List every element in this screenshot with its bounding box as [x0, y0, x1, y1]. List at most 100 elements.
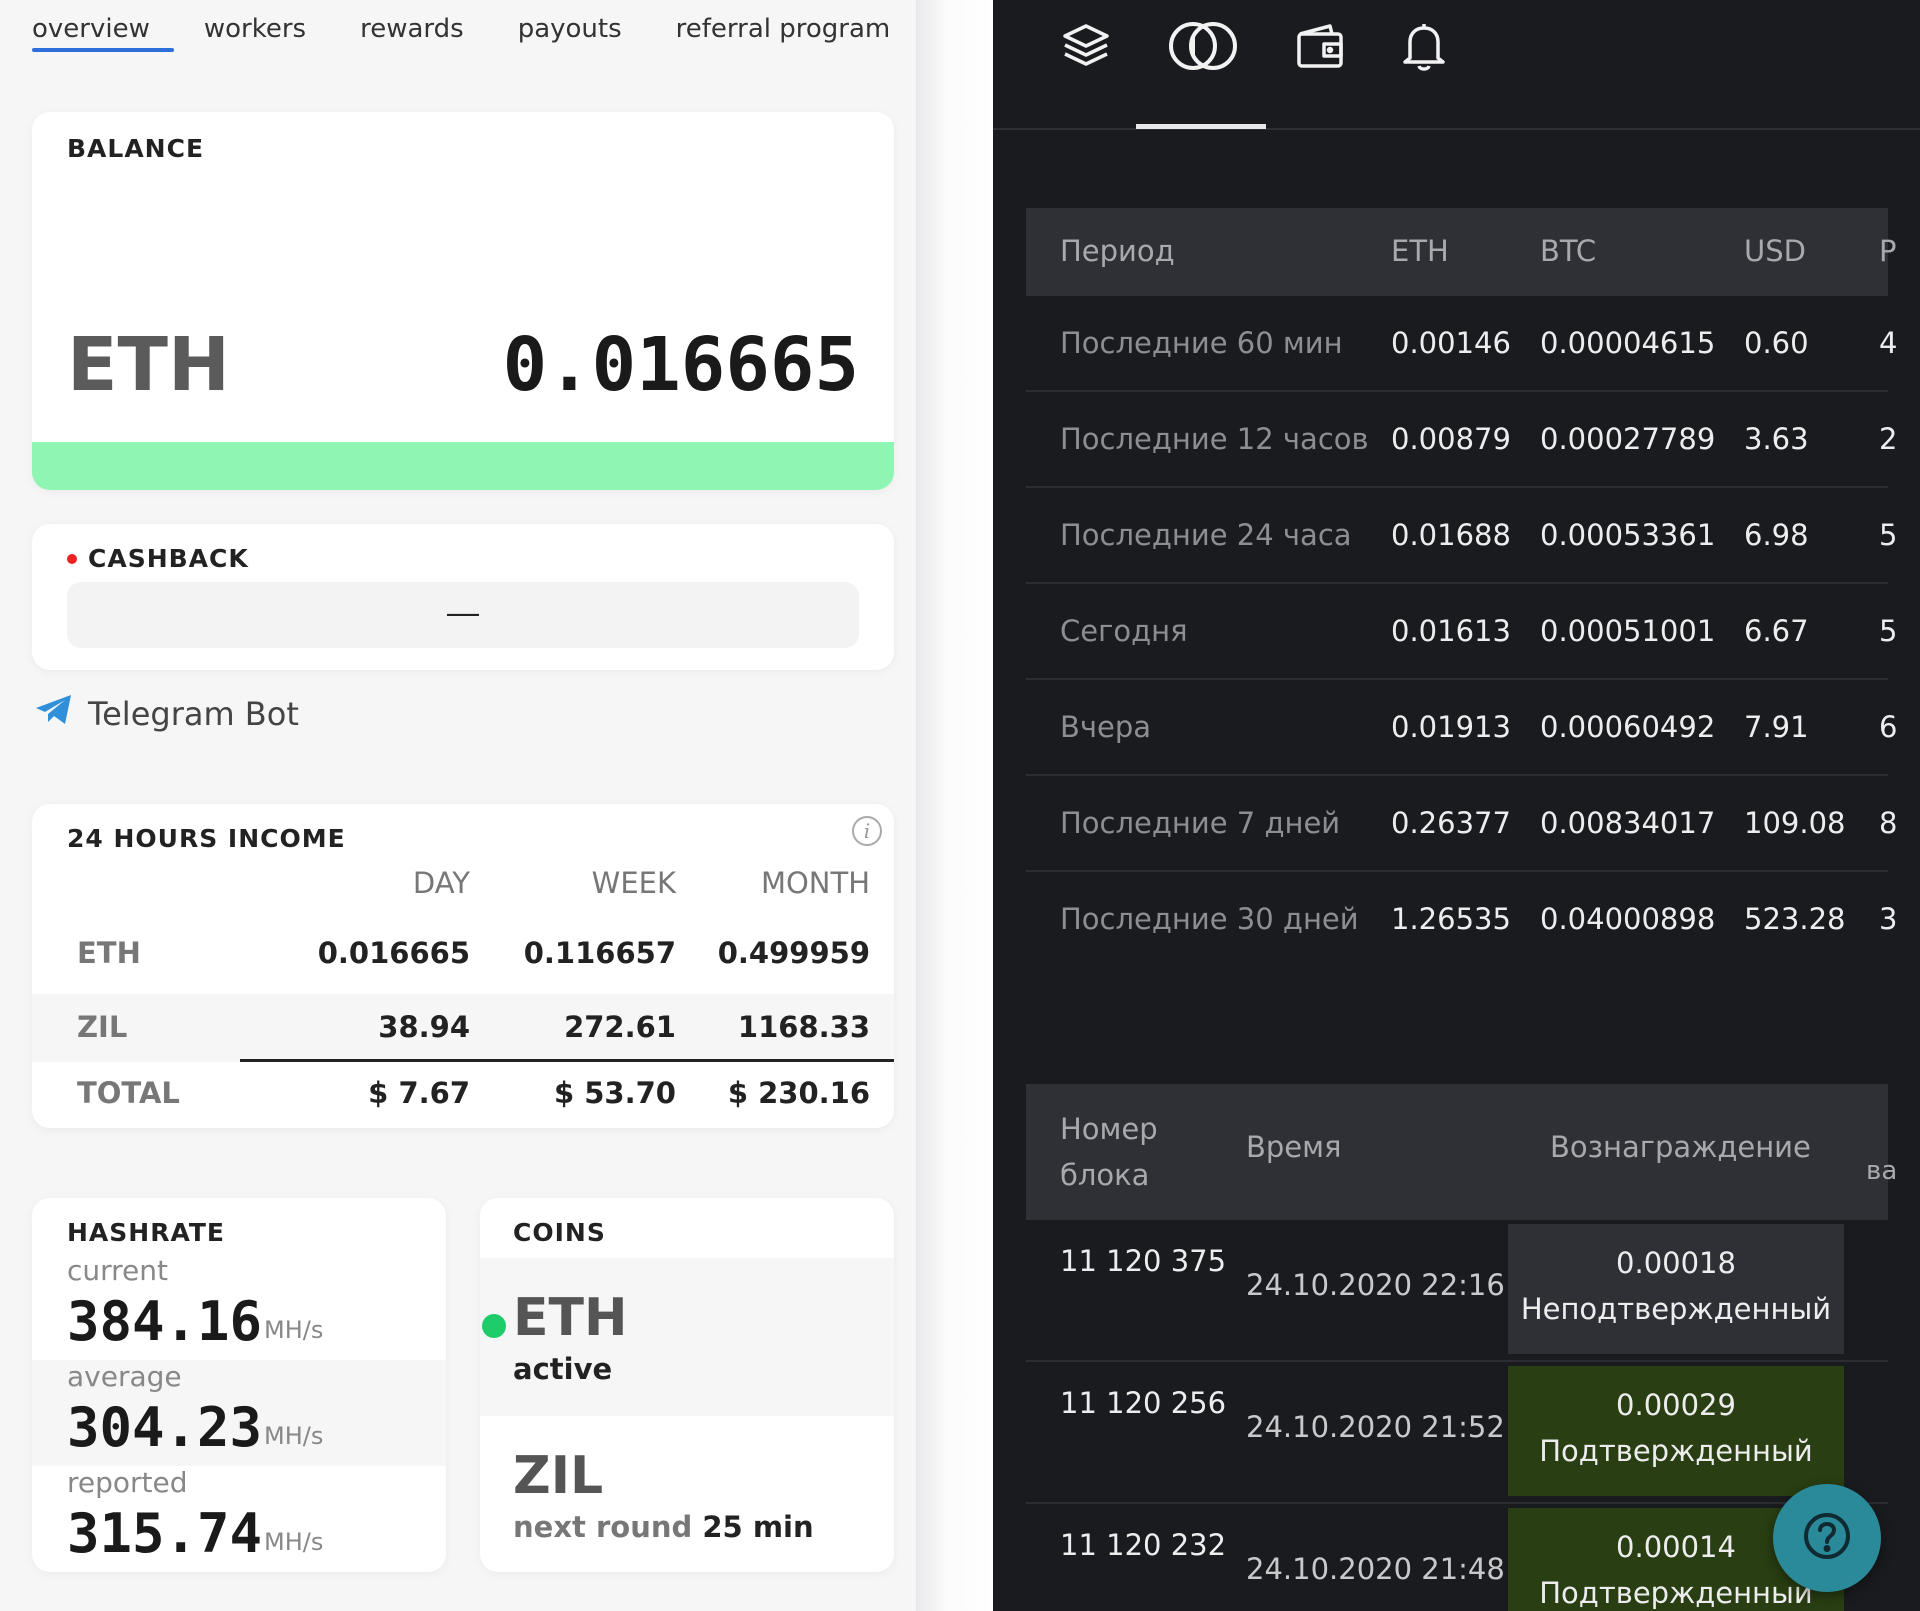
coin-status: active [513, 1352, 613, 1386]
cashback-title: CASHBACK [88, 544, 249, 573]
coin-eth[interactable]: ETH active [480, 1258, 894, 1416]
next-round-label: next round [513, 1510, 693, 1544]
nav-tabs: overview workers rewards payouts referra… [32, 14, 890, 58]
row-clipped: 6 [1879, 710, 1898, 744]
reward-status: Подтвержденный [1539, 1434, 1813, 1468]
row-eth: 0.00879 [1391, 422, 1511, 456]
table-row: Сегодня 0.01613 0.00051001 6.67 5 [1026, 584, 1897, 680]
hashrate-title: HASHRATE [67, 1218, 225, 1247]
income-row-total: TOTAL $ 7.67 $ 53.70 $ 230.16 [32, 1060, 894, 1128]
block-time: 24.10.2020 22:16 [1246, 1268, 1505, 1302]
active-status-dot-icon [482, 1314, 506, 1338]
balance-eth-amount: 0.016665 [502, 322, 859, 408]
tab-workers[interactable]: workers [204, 14, 306, 58]
bell-icon[interactable] [1397, 16, 1451, 76]
row-clipped: 4 [1879, 326, 1898, 360]
income-col-day: DAY [412, 866, 470, 900]
row-period: Последние 24 часа [1060, 518, 1352, 552]
block-time: 24.10.2020 21:52 [1246, 1410, 1505, 1444]
coins-icon[interactable] [1163, 16, 1243, 76]
row-period: Последние 60 мин [1060, 326, 1343, 360]
hashrate-current: current 384.16 MH/s [32, 1254, 446, 1360]
telegram-bot-label: Telegram Bot [88, 695, 299, 733]
header-eth: ETH [1391, 234, 1449, 268]
row-clipped: 8 [1879, 806, 1898, 840]
tab-rewards[interactable]: rewards [360, 14, 464, 58]
table-row: Последние 24 часа 0.01688 0.00053361 6.9… [1026, 488, 1897, 584]
income-row-label: ETH [77, 936, 141, 970]
mining-stats-panel: Период ETH BTC USD Р Последние 60 мин 0.… [993, 0, 1920, 1611]
info-icon[interactable]: i [852, 816, 882, 846]
header-clipped: Р [1879, 234, 1897, 268]
income-value: $ 7.67 [368, 1076, 470, 1110]
cashback-dot-icon [67, 554, 77, 564]
row-usd: 6.67 [1744, 614, 1809, 648]
cashback-card: CASHBACK — [32, 524, 894, 670]
hashrate-unit: MH/s [264, 1316, 324, 1344]
active-tab-underline [1136, 124, 1266, 129]
icon-toolbar [993, 0, 1920, 130]
hashrate-value: 304.23 [67, 1396, 263, 1459]
header-block-number-line1: Номер [1060, 1112, 1158, 1146]
hashrate-card: HASHRATE current 384.16 MH/s average 304… [32, 1198, 446, 1572]
balance-card: BALANCE ETH 0.016665 ZIL 38.9442 [32, 112, 894, 490]
help-icon [1802, 1511, 1852, 1566]
coins-card: COINS ETH active ZIL next round 25 min [480, 1198, 894, 1572]
block-number[interactable]: 11 120 256 [1060, 1386, 1226, 1420]
income-value: 0.116657 [523, 936, 676, 970]
hashrate-reported: reported 315.74 MH/s [32, 1466, 446, 1572]
coin-zil[interactable]: ZIL next round 25 min [480, 1416, 894, 1572]
row-eth: 0.00146 [1391, 326, 1511, 360]
income-row-label: ZIL [77, 1010, 128, 1044]
block-number[interactable]: 11 120 375 [1060, 1244, 1226, 1278]
balance-zil-symbol: ZIL [67, 482, 195, 490]
header-period: Период [1060, 234, 1175, 268]
coin-symbol: ZIL [513, 1446, 604, 1506]
table-row: Последние 60 мин 0.00146 0.00004615 0.60… [1026, 296, 1897, 392]
block-number[interactable]: 11 120 232 [1060, 1528, 1226, 1562]
income-card: 24 HOURS INCOME i DAY WEEK MONTH ETH 0.0… [32, 804, 894, 1128]
reward-status: Неподтвержденный [1520, 1292, 1832, 1326]
table-row: 11 120 232 24.10.2020 21:48 0.00014 Подт… [1026, 1504, 1888, 1611]
header-usd: USD [1744, 234, 1806, 268]
header-clipped: ва [1866, 1156, 1898, 1186]
hashrate-unit: MH/s [264, 1422, 324, 1450]
wallet-icon[interactable] [1291, 16, 1349, 76]
row-period: Последние 7 дней [1060, 806, 1341, 840]
row-usd: 0.60 [1744, 326, 1809, 360]
block-time: 24.10.2020 21:48 [1246, 1552, 1505, 1586]
income-value: $ 53.70 [553, 1076, 676, 1110]
row-eth: 0.01688 [1391, 518, 1511, 552]
row-clipped: 5 [1879, 614, 1898, 648]
row-btc: 0.04000898 [1540, 902, 1716, 936]
row-period: Последние 30 дней [1060, 902, 1359, 936]
hashrate-value: 384.16 [67, 1290, 263, 1353]
layers-icon[interactable] [1053, 16, 1119, 76]
telegram-bot-link[interactable]: Telegram Bot [34, 694, 299, 734]
cashback-field[interactable]: — [67, 582, 859, 648]
tab-referral-program[interactable]: referral program [676, 14, 891, 58]
tab-overview[interactable]: overview [32, 14, 174, 58]
table-row: 11 120 375 24.10.2020 22:16 0.00018 Непо… [1026, 1220, 1888, 1362]
income-col-week: WEEK [591, 866, 676, 900]
coin-next-round: next round 25 min [513, 1510, 814, 1544]
header-block-number: Номер блока [1060, 1106, 1158, 1198]
header-block-number-line2: блока [1060, 1158, 1150, 1192]
row-period: Вчера [1060, 710, 1152, 744]
row-period: Сегодня [1060, 614, 1188, 648]
pool-dashboard-panel: overview workers rewards payouts referra… [0, 0, 916, 1611]
blocks-table-header: Номер блока Время Вознаграждение ва [1026, 1084, 1897, 1220]
income-col-month: MONTH [760, 866, 870, 900]
table-row: Вчера 0.01913 0.00060492 7.91 6 [1026, 680, 1897, 776]
income-value: 38.94 [378, 1010, 470, 1044]
row-btc: 0.00051001 [1540, 614, 1716, 648]
row-usd: 523.28 [1744, 902, 1846, 936]
income-value: 0.016665 [317, 936, 470, 970]
row-btc: 0.00004615 [1540, 326, 1716, 360]
help-button[interactable] [1773, 1484, 1881, 1592]
tab-payouts[interactable]: payouts [518, 14, 622, 58]
income-title: 24 HOURS INCOME [67, 824, 346, 853]
balance-row-zil: ZIL 38.9442 [32, 442, 894, 490]
reward-badge: 0.00029 Подтвержденный [1508, 1366, 1844, 1496]
row-clipped: 5 [1879, 518, 1898, 552]
